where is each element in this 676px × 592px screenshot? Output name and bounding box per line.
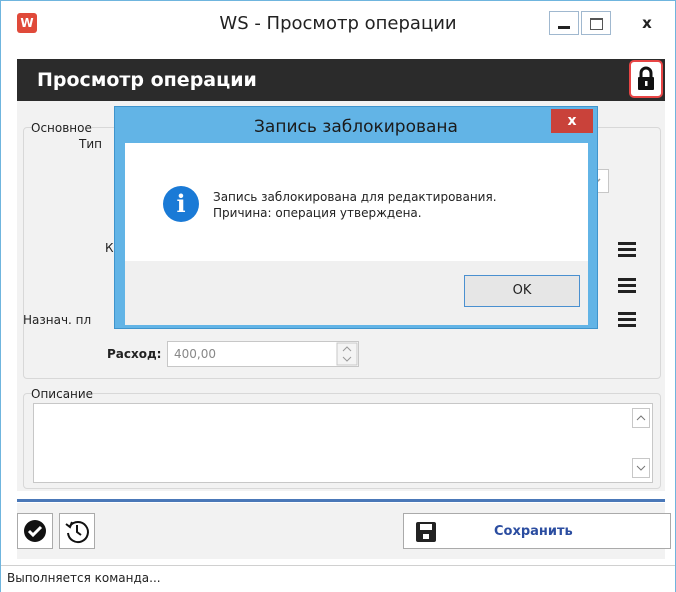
scroll-up-icon[interactable] xyxy=(632,408,650,428)
scroll-down-icon[interactable] xyxy=(632,458,650,478)
approve-button[interactable] xyxy=(17,513,53,549)
purpose-label: Назнач. пл xyxy=(23,313,92,327)
dialog-message-line2: Причина: операция утверждена. xyxy=(213,206,422,220)
description-textarea[interactable] xyxy=(33,403,653,483)
minimize-icon xyxy=(558,26,570,29)
info-icon: i xyxy=(163,186,199,222)
title-bar: W WS - Просмотр операции x xyxy=(1,1,675,47)
bottom-toolbar: Сохранить xyxy=(17,503,671,559)
list-icon xyxy=(615,278,639,293)
list-icon xyxy=(615,242,639,257)
status-text: Выполняется команда... xyxy=(7,571,161,585)
dialog-message-line1: Запись заблокирована для редактирования. xyxy=(213,190,497,204)
expense-label: Расход: xyxy=(107,347,162,361)
history-button[interactable] xyxy=(59,513,95,549)
close-button[interactable]: x xyxy=(625,11,669,35)
page-title: Просмотр операции xyxy=(37,69,257,91)
expense-field[interactable]: 400,00 xyxy=(167,341,359,367)
bottom-separator xyxy=(17,499,665,502)
save-button[interactable]: Сохранить xyxy=(403,513,671,549)
dialog-footer: OK xyxy=(125,261,588,325)
main-group-legend: Основное xyxy=(31,121,92,135)
check-circle-icon xyxy=(24,520,46,542)
save-label: Сохранить xyxy=(494,524,573,539)
locked-dialog: Запись заблокирована x i Запись заблокир… xyxy=(114,106,598,329)
lock-icon xyxy=(638,66,654,90)
list-button-2[interactable] xyxy=(615,275,639,295)
maximize-icon xyxy=(590,18,603,30)
save-icon xyxy=(416,522,436,542)
dialog-close-button[interactable]: x xyxy=(551,109,593,133)
description-legend: Описание xyxy=(31,387,94,401)
list-icon xyxy=(615,312,639,327)
dialog-title: Запись заблокирована xyxy=(254,117,458,137)
spinner-icon[interactable] xyxy=(336,342,358,366)
dialog-message: Запись заблокирована для редактирования.… xyxy=(213,189,497,221)
type-label: Тип xyxy=(79,137,102,151)
page-header: Просмотр операции xyxy=(17,59,665,101)
lock-button[interactable] xyxy=(629,60,663,98)
ok-button[interactable]: OK xyxy=(464,275,580,307)
dialog-body: i Запись заблокирована для редактировани… xyxy=(125,143,588,325)
k-label: К xyxy=(105,241,114,255)
expense-value: 400,00 xyxy=(174,347,216,361)
main-window: W WS - Просмотр операции x Просмотр опер… xyxy=(0,0,676,592)
status-bar: Выполняется команда... xyxy=(1,565,675,592)
minimize-button[interactable] xyxy=(549,11,579,35)
list-button-3[interactable] xyxy=(615,309,639,329)
list-button-1[interactable] xyxy=(615,239,639,259)
history-icon xyxy=(65,521,89,544)
maximize-button[interactable] xyxy=(581,11,611,35)
